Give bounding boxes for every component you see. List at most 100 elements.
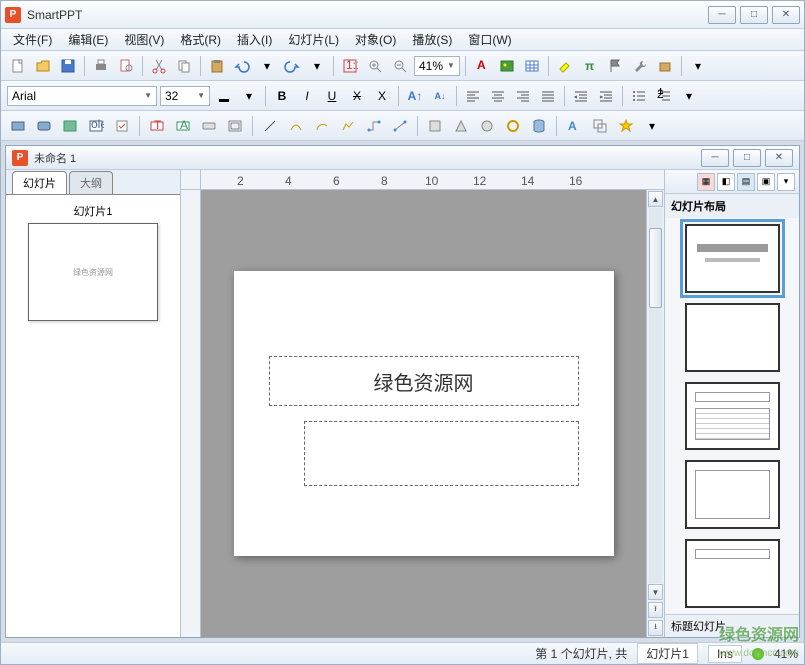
slide-canvas[interactable]: 绿色资源网 — [201, 190, 646, 637]
layout-blank[interactable] — [685, 303, 780, 372]
fontsize-combo[interactable]: 32▼ — [160, 86, 210, 106]
menu-window[interactable]: 窗口(W) — [462, 29, 517, 50]
curve-icon[interactable] — [285, 115, 307, 137]
next-slide-icon[interactable]: ⭳ — [648, 620, 663, 636]
italic-icon[interactable]: I — [296, 85, 318, 107]
rp-tab-3[interactable]: ▤ — [737, 173, 755, 191]
menu-format[interactable]: 格式(R) — [174, 29, 227, 50]
menu-insert[interactable]: 插入(I) — [231, 29, 278, 50]
increase-font-icon[interactable]: A↑ — [404, 85, 426, 107]
wrench-icon[interactable] — [629, 55, 651, 77]
text-effect-icon[interactable]: A — [563, 115, 585, 137]
doc-minimize-button[interactable]: ─ — [701, 149, 729, 167]
open-icon[interactable] — [32, 55, 54, 77]
shadow-icon[interactable]: X — [371, 85, 393, 107]
line-icon[interactable] — [259, 115, 281, 137]
numbering-icon[interactable]: 12 — [653, 85, 675, 107]
tab-slides[interactable]: 幻灯片 — [12, 171, 67, 194]
rp-tab-4[interactable]: ▣ — [757, 173, 775, 191]
group-icon[interactable] — [589, 115, 611, 137]
shape-cylinder-icon[interactable] — [528, 115, 550, 137]
layout-title-content[interactable] — [685, 382, 780, 451]
menu-file[interactable]: 文件(F) — [7, 29, 58, 50]
close-button[interactable]: ✕ — [772, 6, 800, 24]
shape-button-icon[interactable] — [198, 115, 220, 137]
menu-object[interactable]: 对象(O) — [349, 29, 402, 50]
font-color-dropdown-icon[interactable] — [213, 85, 235, 107]
dropdown-fmt-icon[interactable]: ▾ — [678, 85, 700, 107]
menu-edit[interactable]: 编辑(E) — [62, 29, 114, 50]
scroll-thumb[interactable] — [649, 228, 662, 308]
doc-close-button[interactable]: ✕ — [765, 149, 793, 167]
font-combo[interactable]: Arial▼ — [7, 86, 157, 106]
menu-play[interactable]: 播放(S) — [406, 29, 458, 50]
shape-box-icon[interactable] — [424, 115, 446, 137]
cut-icon[interactable] — [148, 55, 170, 77]
bold-icon[interactable]: B — [271, 85, 293, 107]
vertical-ruler[interactable] — [181, 190, 201, 637]
shape-circle-icon[interactable] — [476, 115, 498, 137]
zoom-in-icon[interactable] — [364, 55, 386, 77]
align-justify-icon[interactable] — [537, 85, 559, 107]
arc-icon[interactable] — [311, 115, 333, 137]
shape-rounded-icon[interactable] — [33, 115, 55, 137]
new-icon[interactable] — [7, 55, 29, 77]
highlight-icon[interactable] — [554, 55, 576, 77]
preview-icon[interactable] — [115, 55, 137, 77]
shape-frame-icon[interactable] — [224, 115, 246, 137]
insert-table-icon[interactable] — [521, 55, 543, 77]
copy-icon[interactable] — [173, 55, 195, 77]
flag-icon[interactable] — [604, 55, 626, 77]
vertical-scrollbar[interactable]: ▲ ▼ ⭱ ⭳ — [646, 190, 664, 637]
save-icon[interactable] — [57, 55, 79, 77]
maximize-button[interactable]: □ — [740, 6, 768, 24]
shape-textbox-icon[interactable]: T — [146, 115, 168, 137]
underline-icon[interactable]: U — [321, 85, 343, 107]
align-right-icon[interactable] — [512, 85, 534, 107]
menu-view[interactable]: 视图(V) — [118, 29, 170, 50]
doc-maximize-button[interactable]: □ — [733, 149, 761, 167]
star-icon[interactable] — [615, 115, 637, 137]
indent-increase-icon[interactable] — [595, 85, 617, 107]
prev-slide-icon[interactable]: ⭱ — [648, 602, 663, 618]
redo-dropdown-icon[interactable]: ▾ — [306, 55, 328, 77]
title-placeholder[interactable]: 绿色资源网 — [269, 356, 579, 406]
undo-icon[interactable] — [231, 55, 253, 77]
scroll-down-icon[interactable]: ▼ — [648, 584, 663, 600]
shape-ring-icon[interactable] — [502, 115, 524, 137]
box-icon[interactable] — [654, 55, 676, 77]
zoom-combo[interactable]: 41%▼ — [414, 56, 460, 76]
minimize-button[interactable]: ─ — [708, 6, 736, 24]
bullets-icon[interactable] — [628, 85, 650, 107]
connector-icon[interactable] — [363, 115, 385, 137]
shape-ole-icon[interactable]: ole — [85, 115, 107, 137]
connector2-icon[interactable] — [389, 115, 411, 137]
text-color-icon[interactable]: A — [471, 55, 493, 77]
layout-5[interactable] — [685, 539, 780, 608]
indent-decrease-icon[interactable] — [570, 85, 592, 107]
shape-image-icon[interactable] — [59, 115, 81, 137]
redo-icon[interactable] — [281, 55, 303, 77]
scroll-up-icon[interactable]: ▲ — [648, 191, 663, 207]
horizontal-ruler[interactable]: 2 4 6 8 10 12 14 16 — [201, 170, 646, 190]
shape-rect-icon[interactable] — [7, 115, 29, 137]
rp-tab-1[interactable]: ▦ — [697, 173, 715, 191]
rp-tab-close[interactable]: ▾ — [777, 173, 795, 191]
align-center-icon[interactable] — [487, 85, 509, 107]
font-color-arrow[interactable]: ▾ — [238, 85, 260, 107]
rp-tab-2[interactable]: ◧ — [717, 173, 735, 191]
paste-icon[interactable] — [206, 55, 228, 77]
tab-outline[interactable]: 大纲 — [69, 171, 113, 194]
subtitle-placeholder[interactable] — [304, 421, 579, 486]
slide[interactable]: 绿色资源网 — [234, 271, 614, 556]
menu-slide[interactable]: 幻灯片(L) — [282, 29, 345, 50]
shape-triangle-icon[interactable] — [450, 115, 472, 137]
shape-checkbox-icon[interactable] — [111, 115, 133, 137]
zoom-fit-icon[interactable]: 1:1 — [339, 55, 361, 77]
layout-title-slide[interactable] — [685, 224, 780, 293]
freeform-icon[interactable] — [337, 115, 359, 137]
pi-icon[interactable]: π — [579, 55, 601, 77]
insert-image-icon[interactable] — [496, 55, 518, 77]
print-icon[interactable] — [90, 55, 112, 77]
strikethrough-icon[interactable]: X — [346, 85, 368, 107]
